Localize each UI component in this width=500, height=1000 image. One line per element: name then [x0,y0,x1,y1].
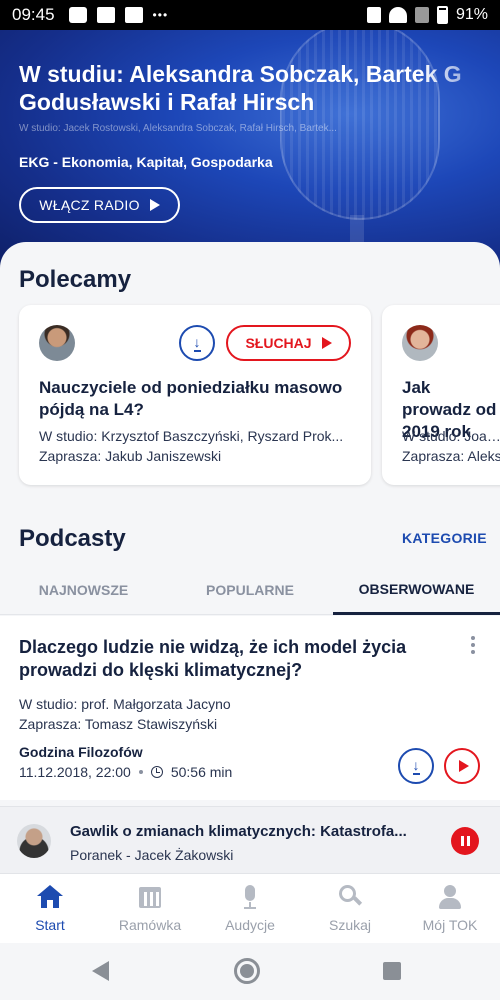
episode-studio: W studio: prof. Małgorzata Jacyno [19,696,231,712]
bottom-navigation: Start Ramówka Audycje Szukaj Mój TOK [0,873,500,943]
episode-title: Dlaczego ludzie nie widzą, że ich model … [19,637,407,680]
content-sheet: Polecamy ↓ SŁUCHAJ Nauczyciele od ponied… [0,242,500,872]
hero-banner[interactable]: W studiu: Aleksandra Sobczak, Bartek G G… [0,30,500,270]
recent-apps-icon[interactable] [383,962,401,980]
listen-label: SŁUCHAJ [245,335,312,351]
signal-icon [414,7,429,23]
play-icon [149,199,160,211]
play-icon [321,337,332,349]
episode-duration: 50:56 min [170,764,233,780]
tab-popular[interactable]: POPULARNE [167,565,333,615]
search-icon [337,884,363,910]
episode-show: Godzina Filozofów [19,744,143,760]
avatar [39,325,75,361]
status-time: 09:45 [12,5,55,24]
calendar-icon [137,884,163,910]
separator-dot [138,770,143,774]
status-bar: 09:45 ••• 91% [0,0,500,30]
mail-icon [124,7,143,23]
card-host: Zaprasza: Aleks [402,448,500,464]
vibrate-icon [366,7,381,23]
nav-item-shows[interactable]: Audycje [200,874,300,944]
episode-date-row: 11.12.2018, 22:00 50:56 min [19,764,232,780]
clock-icon [150,766,163,778]
nav-label-schedule: Ramówka [118,917,182,933]
episode-host: Zaprasza: Tomasz Stawiszyński [19,716,218,732]
play-radio-button[interactable]: WŁĄCZ RADIO [19,187,180,223]
mini-player[interactable]: Gawlik o zmianach klimatycznych: Katastr… [0,806,500,873]
download-icon: ↓ [412,756,420,775]
mini-player-avatar [17,824,51,858]
microphone-icon [237,884,263,910]
download-icon: ↓ [193,333,201,352]
mini-player-subtitle: Poranek - Jacek Żakowski [70,847,234,863]
home-button-icon[interactable] [234,958,260,984]
listen-button[interactable]: SŁUCHAJ [226,325,351,361]
nav-item-start[interactable]: Start [0,874,100,944]
back-icon[interactable] [92,961,109,981]
play-button[interactable] [444,748,480,784]
episode-item[interactable]: Dlaczego ludzie nie widzą, że ich model … [0,616,500,800]
categories-link[interactable]: KATEGORIE [402,530,487,546]
system-navigation-bar [0,943,500,1000]
card-studio: W studio: Krzysztof Baszczyński, Ryszard… [39,428,344,444]
podcasts-title: Podcasty [19,525,126,552]
card-studio: W studio: Joann [402,428,500,444]
card-host: Zaprasza: Jakub Janiszewski [39,448,222,464]
hero-guests: W studio: Jacek Rostowski, Aleksandra So… [19,123,337,134]
card-title: Nauczyciele od poniedziałku masowo pójdą… [39,378,343,419]
podcast-tabs: NAJNOWSZE POPULARNE OBSERWOWANE [0,565,500,615]
nav-item-schedule[interactable]: Ramówka [100,874,200,944]
image-icon [96,7,115,23]
user-icon [437,884,463,910]
battery-icon [436,6,448,24]
nav-label-search: Szukaj [328,917,372,933]
tab-newest[interactable]: NAJNOWSZE [0,565,167,615]
nav-label-shows: Audycje [225,917,275,933]
pause-button[interactable] [451,827,479,855]
nav-label-start: Start [35,917,65,933]
recommended-card[interactable]: ↓ SŁUCHAJ Nauczyciele od poniedziałku ma… [19,305,371,485]
download-button[interactable]: ↓ [398,748,434,784]
tab-followed[interactable]: OBSERWOWANE [333,565,500,615]
episode-date: 11.12.2018, 22:00 [19,764,131,780]
nav-item-my-tok[interactable]: Mój TOK [400,874,500,944]
more-notifications-icon: ••• [152,8,169,22]
more-options-icon[interactable] [470,636,476,654]
nav-label-my-tok: Mój TOK [422,917,478,933]
hero-title-line-2: Godusławski i Rafał Hirsch [19,89,315,115]
avatar [402,325,438,361]
hero-show-name: EKG - Ekonomia, Kapitał, Gospodarka [19,154,273,170]
hero-title-line-1: W studiu: Aleksandra Sobczak, Bartek G [19,60,489,88]
nav-item-search[interactable]: Szukaj [300,874,400,944]
download-button[interactable]: ↓ [179,325,215,361]
recommended-card[interactable]: Jak prowadz od 2019 rok W studio: Joann … [382,305,500,485]
home-icon [37,884,63,910]
message-icon [68,7,87,23]
hero-title: W studiu: Aleksandra Sobczak, Bartek G G… [19,60,489,116]
play-icon [458,760,469,772]
wifi-icon [388,7,407,23]
play-radio-label: WŁĄCZ RADIO [39,197,140,213]
mini-player-title: Gawlik o zmianach klimatycznych: Katastr… [70,823,407,840]
recommended-title: Polecamy [19,266,132,293]
battery-percent: 91% [455,6,488,23]
